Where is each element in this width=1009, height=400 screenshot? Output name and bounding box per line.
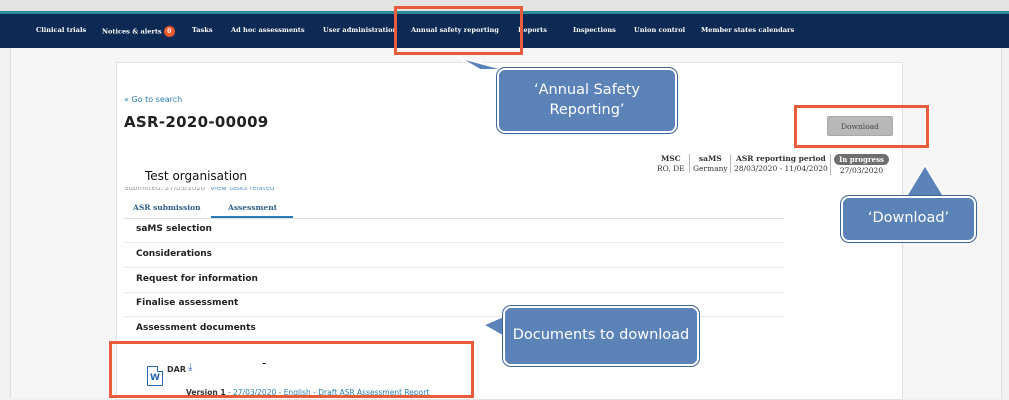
page-title: ASR-2020-00009 [124,113,269,131]
section-considerations[interactable]: Considerations [136,249,212,259]
organisation-name: Test organisation [145,169,248,183]
status-badge: In progress [834,154,889,165]
meta-sams: saMS Germany [689,154,728,173]
callout-download: ‘Download’ [841,196,976,242]
nav-ad-hoc-assessments[interactable]: Ad hoc assessments [231,26,305,34]
divider [124,267,784,268]
tabs-divider [124,218,784,219]
callout-documents-to-download: Documents to download [503,306,699,366]
highlight-download-button [794,105,929,148]
meta-sams-label: saMS [698,154,722,163]
meta-msc: MSC RO, DE [657,154,685,173]
tab-assessment[interactable]: Assessment [228,203,277,212]
callout-annual-safety-reporting: ‘Annual Safety Reporting’ [497,68,677,133]
highlight-annual-safety-reporting [394,6,523,55]
divider [124,292,784,293]
highlight-documents [109,341,474,398]
divider [124,242,784,243]
section-sams-selection[interactable]: saMS selection [136,224,212,234]
meta-period-value: 28/03/2020 - 11/04/2020 [734,164,828,173]
nav-notices-alerts-label: Notices & alerts [102,27,162,36]
nav-union-control[interactable]: Union control [634,26,685,34]
nav-tasks[interactable]: Tasks [192,26,213,34]
status-date: 27/03/2020 [839,166,884,175]
alerts-count-badge: 0 [163,26,175,37]
meta-msc-value: RO, DE [657,164,685,173]
nav-clinical-trials[interactable]: Clinical trials [36,26,86,34]
meta-period-label: ASR reporting period [736,154,826,163]
meta-sams-value: Germany [693,164,728,173]
nav-inspections[interactable]: Inspections [573,26,616,34]
section-finalise-assessment[interactable]: Finalise assessment [136,298,238,308]
meta-status: In progress 27/03/2020 [830,154,889,175]
nav-user-administration[interactable]: User administration [323,26,397,34]
meta-msc-label: MSC [660,154,681,163]
section-request-for-information[interactable]: Request for information [136,274,258,284]
meta-period: ASR reporting period 28/03/2020 - 11/04/2… [730,154,828,173]
tab-asr-submission[interactable]: ASR submission [133,203,201,212]
nav-member-states-calendars[interactable]: Member states calendars [701,26,794,34]
go-to-search-link[interactable]: « Go to search [124,95,182,104]
section-assessment-documents[interactable]: Assessment documents [136,323,256,333]
nav-notices-alerts[interactable]: Notices & alerts 0 [102,26,175,37]
